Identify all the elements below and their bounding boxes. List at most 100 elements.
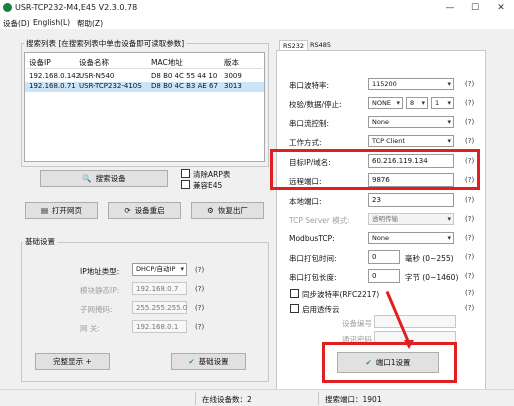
- sync-baud-label: 同步波特率(RFC2217): [302, 290, 380, 299]
- work-mode-select[interactable]: TCP Client ▾: [368, 135, 454, 147]
- refresh-icon: ⟳: [124, 206, 131, 215]
- row-ip: 192.168.0.71: [29, 82, 76, 90]
- basic-settings-title: 基础设置: [23, 236, 57, 247]
- restart-label: 设备重启: [134, 206, 165, 215]
- device-id-label: 设备编号: [342, 319, 372, 328]
- chevron-down-icon: ▾: [421, 99, 425, 107]
- data-bits-value: 8: [410, 99, 415, 107]
- local-port-label: 本地端口:: [289, 197, 322, 206]
- compat-e45-checkbox[interactable]: [181, 180, 190, 189]
- stop-bits-select[interactable]: 1 ▾: [431, 97, 454, 109]
- col-name[interactable]: 设备名称: [79, 57, 109, 68]
- cloud-help[interactable]: (?): [465, 304, 474, 312]
- subnet-label: 子网掩码:: [80, 305, 113, 314]
- tcp-server-mode-select[interactable]: 透明传输 ▾: [368, 213, 454, 225]
- menu-item-help[interactable]: 帮助(Z): [77, 18, 103, 29]
- tcp-server-mode-value: 透明传输: [372, 215, 398, 223]
- menu-item-english[interactable]: English(L): [33, 18, 70, 27]
- row-name: USR-N540: [79, 72, 115, 80]
- search-device-label: 搜索设备: [95, 174, 126, 183]
- chevron-down-icon: ▾: [447, 215, 451, 223]
- parity-value: NONE: [372, 99, 391, 107]
- factory-reset-button[interactable]: ⚙ 恢复出厂: [191, 202, 264, 219]
- work-mode-help[interactable]: (?): [465, 137, 474, 145]
- show-all-button[interactable]: 完整显示 +: [35, 353, 110, 370]
- col-mac[interactable]: MAC地址: [151, 57, 183, 68]
- open-web-button[interactable]: ▤ 打开网页: [25, 202, 98, 219]
- list-header-divider: [27, 68, 262, 69]
- chevron-down-icon: ▾: [180, 265, 184, 273]
- clear-arp-label: 清除ARP表: [193, 170, 231, 179]
- gateway-field[interactable]: 192.168.0.1: [132, 320, 187, 333]
- window-title: USR-TCP232-M4,E45 V2.3.0.78: [15, 3, 138, 12]
- sync-baud-help[interactable]: (?): [465, 289, 474, 297]
- highlight-save-box: [322, 342, 457, 383]
- table-row[interactable]: 192.168.0.142 USR-N540 D8 B0 4C 55 44 10…: [25, 72, 264, 82]
- minimize-button[interactable]: —: [438, 1, 462, 15]
- menu-item-device[interactable]: 设备(D): [3, 18, 30, 29]
- baud-help[interactable]: (?): [465, 80, 474, 88]
- highlight-target-box: [270, 149, 480, 190]
- row-ip: 192.168.0.142: [29, 72, 81, 80]
- ip-type-label: IP地址类型:: [80, 267, 120, 276]
- clear-arp-checkbox[interactable]: [181, 169, 190, 178]
- modbus-help[interactable]: (?): [465, 234, 474, 242]
- search-list-title: 搜索列表 [在搜索列表中单击设备即可读取参数]: [24, 38, 187, 49]
- pack-length-unit: 字节 (0~1460): [405, 273, 459, 282]
- search-device-button[interactable]: 🔍 搜索设备: [40, 170, 168, 187]
- status-bar: 在线设备数：2 搜索端口：1901: [0, 389, 514, 406]
- title-bar: USR-TCP232-M4,E45 V2.3.0.78 — ☐ ✕: [0, 0, 514, 16]
- pack-length-label: 串口打包长度:: [289, 273, 337, 282]
- pack-length-field[interactable]: 0: [368, 269, 400, 283]
- online-count: 在线设备数：2: [202, 395, 252, 404]
- baud-value: 115200: [372, 80, 397, 88]
- device-id-field[interactable]: [374, 315, 456, 328]
- pack-time-help[interactable]: (?): [465, 253, 474, 261]
- flow-select[interactable]: None ▾: [368, 116, 454, 128]
- tcp-server-mode-help[interactable]: (?): [465, 215, 474, 223]
- ip-type-help[interactable]: (?): [195, 266, 204, 274]
- open-web-label: 打开网页: [52, 206, 83, 215]
- search-icon: 🔍: [82, 174, 92, 183]
- subnet-field[interactable]: 255.255.255.0: [132, 301, 187, 314]
- flow-label: 串口流控制:: [289, 119, 330, 128]
- local-port-field[interactable]: 23: [368, 193, 454, 207]
- pack-length-help[interactable]: (?): [465, 272, 474, 280]
- device-list[interactable]: 设备IP 设备名称 MAC地址 版本 192.168.0.142 USR-N54…: [24, 52, 265, 162]
- factory-reset-label: 恢复出厂: [217, 206, 248, 215]
- gateway-help[interactable]: (?): [195, 323, 204, 331]
- col-ip[interactable]: 设备IP: [29, 57, 51, 68]
- chevron-down-icon: ▾: [447, 137, 451, 145]
- baud-select[interactable]: 115200 ▾: [368, 78, 454, 90]
- reset-icon: ⚙: [207, 206, 214, 215]
- module-ip-help[interactable]: (?): [195, 285, 204, 293]
- chevron-down-icon: ▾: [447, 118, 451, 126]
- ip-type-select[interactable]: DHCP/自动IP ▾: [132, 263, 187, 276]
- basic-settings-save-label: 基础设置: [198, 357, 229, 366]
- maximize-button[interactable]: ☐: [463, 1, 487, 15]
- chevron-down-icon: ▾: [447, 80, 451, 88]
- param-label: 校验/数据/停止:: [289, 100, 342, 109]
- table-row[interactable]: 192.168.0.71 USR-TCP232-410S D8 B0 4C B3…: [25, 82, 264, 92]
- modbus-select[interactable]: None ▾: [368, 232, 454, 244]
- chevron-down-icon: ▾: [447, 99, 451, 107]
- data-bits-select[interactable]: 8 ▾: [406, 97, 428, 109]
- sync-baud-checkbox[interactable]: [290, 289, 299, 298]
- module-ip-field[interactable]: 192.168.0.7: [132, 282, 187, 295]
- flow-help[interactable]: (?): [465, 118, 474, 126]
- col-version[interactable]: 版本: [224, 57, 239, 68]
- pack-time-unit: 毫秒 (0~255): [405, 254, 454, 263]
- row-name: USR-TCP232-410S: [79, 82, 142, 90]
- local-port-help[interactable]: (?): [465, 196, 474, 204]
- param-help[interactable]: (?): [465, 99, 474, 107]
- basic-settings-save-button[interactable]: ✔ 基础设置: [171, 353, 246, 370]
- gateway-label: 网 关:: [80, 324, 100, 333]
- cloud-checkbox[interactable]: [290, 304, 299, 313]
- pack-time-field[interactable]: 0: [368, 250, 400, 264]
- modbus-label: ModbusTCP:: [289, 234, 335, 243]
- restart-button[interactable]: ⟳ 设备重启: [108, 202, 181, 219]
- status-separator: [195, 392, 196, 405]
- close-button[interactable]: ✕: [489, 1, 513, 15]
- subnet-help[interactable]: (?): [195, 304, 204, 312]
- parity-select[interactable]: NONE ▾: [368, 97, 403, 109]
